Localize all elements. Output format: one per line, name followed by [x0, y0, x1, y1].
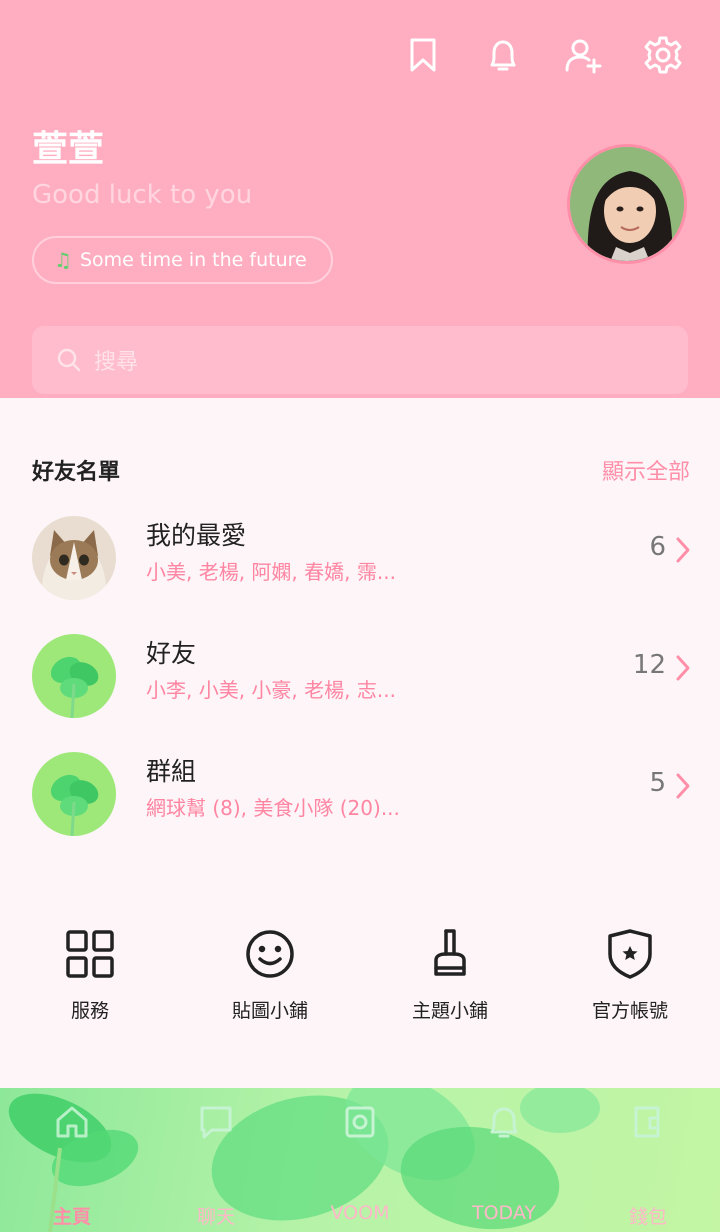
wallet-icon: [634, 1106, 660, 1138]
bell-icon[interactable]: [482, 34, 524, 76]
service-label: 貼圖小鋪: [231, 1000, 308, 1022]
list-item-members: 小美, 老楊, 阿嫻, 春嬌, 霈...: [146, 560, 396, 584]
home-icon: [56, 1106, 88, 1138]
avatar[interactable]: [567, 144, 687, 264]
chevron-right-icon: [676, 537, 690, 563]
nav-label: VOOM: [330, 1202, 390, 1224]
list-item-count: 12: [632, 650, 666, 680]
chevron-right-icon: [676, 655, 690, 681]
music-title: Some time in the future: [79, 249, 307, 271]
profile-name[interactable]: 萱萱: [32, 120, 104, 172]
profile-header: 萱萱 Good luck to you ♫ Some time in the f…: [0, 0, 720, 398]
service-item-official-accounts[interactable]: 官方帳號: [540, 926, 720, 1023]
service-item-theme-shop[interactable]: 主題小鋪: [360, 926, 540, 1023]
nav-home[interactable]: 主頁: [0, 1088, 144, 1232]
chevron-right-icon: [676, 773, 690, 799]
nav-label: 聊天: [196, 1206, 235, 1228]
nav-chats[interactable]: 聊天: [144, 1088, 288, 1232]
service-item-services[interactable]: 服務: [0, 926, 180, 1023]
voom-icon: [345, 1106, 375, 1138]
list-item-favorites[interactable]: 我的最愛 小美, 老楊, 阿嫻, 春嬌, 霈... 6: [0, 506, 720, 616]
list-item-label: 好友: [146, 639, 197, 668]
show-all-link[interactable]: 顯示全部: [602, 454, 690, 486]
chat-icon: [200, 1106, 232, 1139]
smiley-icon: [246, 930, 294, 978]
list-item-count: 5: [649, 768, 666, 798]
list-item-friends[interactable]: 好友 小李, 小美, 小豪, 老楊, 志... 12: [0, 624, 720, 734]
friends-section-title: 好友名單: [32, 460, 121, 485]
music-note-icon: ♫: [54, 248, 72, 272]
nav-wallet[interactable]: 錢包: [576, 1088, 720, 1232]
bookmark-icon[interactable]: [402, 34, 444, 76]
add-friend-icon[interactable]: [562, 34, 604, 76]
nav-today[interactable]: TODAY: [432, 1088, 576, 1232]
nav-voom[interactable]: VOOM: [288, 1088, 432, 1232]
profile-music-pill[interactable]: ♫ Some time in the future: [32, 236, 333, 284]
search-placeholder: 搜尋: [94, 350, 139, 375]
favorites-thumbnail: [32, 516, 116, 600]
nav-label: TODAY: [472, 1202, 536, 1224]
list-item-members: 網球幫 (8), 美食小隊 (20)...: [146, 796, 400, 820]
bottom-nav: 主頁 聊天 VOOM TODAY 錢包: [0, 1088, 720, 1232]
list-item-groups[interactable]: 群組 網球幫 (8), 美食小隊 (20)... 5: [0, 742, 720, 852]
friends-thumbnail: [32, 634, 116, 718]
list-item-label: 群組: [146, 757, 197, 786]
groups-thumbnail: [32, 752, 116, 836]
search-input[interactable]: 搜尋: [32, 326, 688, 394]
list-item-label: 我的最愛: [146, 521, 247, 550]
search-icon: [57, 348, 81, 372]
service-label: 主題小鋪: [411, 1000, 488, 1022]
brush-icon: [434, 929, 466, 976]
nav-label: 錢包: [628, 1206, 667, 1228]
service-item-sticker-shop[interactable]: 貼圖小鋪: [180, 926, 360, 1023]
service-label: 服務: [70, 1000, 109, 1022]
settings-icon[interactable]: [642, 34, 684, 76]
header-toolbar: [402, 34, 684, 76]
today-icon: [490, 1107, 518, 1138]
shield-star-icon: [608, 929, 652, 979]
nav-label: 主頁: [52, 1206, 91, 1228]
grid-icon: [66, 930, 114, 978]
list-item-members: 小李, 小美, 小豪, 老楊, 志...: [146, 678, 396, 702]
service-label: 官方帳號: [591, 1000, 668, 1022]
list-item-count: 6: [649, 532, 666, 562]
status-message[interactable]: Good luck to you: [32, 180, 252, 210]
